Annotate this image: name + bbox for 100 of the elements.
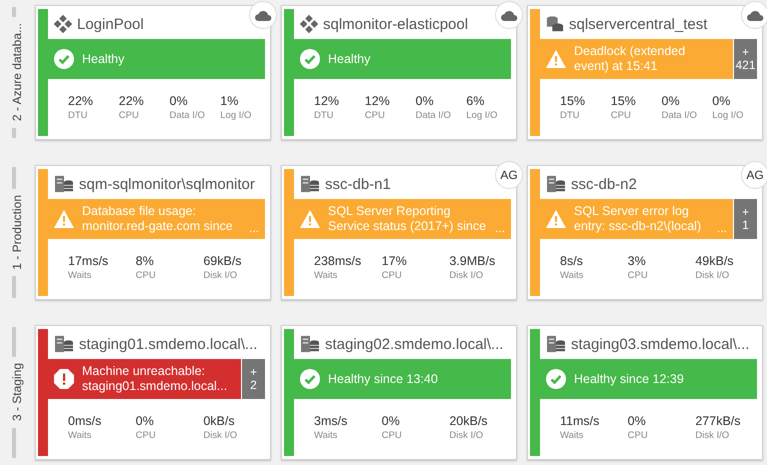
- metric-label: Waits: [314, 270, 338, 281]
- server-database-icon: [54, 175, 74, 193]
- warning-icon: [300, 210, 320, 228]
- database-icon: [546, 15, 564, 33]
- metric-value: 17ms/s: [68, 254, 110, 268]
- warning-icon: [546, 50, 566, 68]
- cloud-icon: [500, 10, 518, 20]
- metric-value: 0%: [416, 94, 435, 108]
- ellipsis: ...: [248, 221, 259, 237]
- status-message: SQL Server Reporting Service status (2017+) since: [328, 204, 487, 234]
- server-database-icon: [546, 175, 566, 193]
- metric-label: Data I/O: [662, 110, 698, 121]
- metric-value: 8s/s: [560, 254, 584, 268]
- server-card[interactable]: staging02.smdemo.local\... Healthy since 13:40 3ms/s Waits 0% CPU 20kB/s Disk I/O: [281, 325, 517, 460]
- ellipsis: ...: [494, 221, 505, 237]
- server-name: ssc-db-n2: [571, 176, 637, 192]
- metric-label: DTU: [560, 110, 581, 121]
- server-name: sqlmonitor-elasticpool: [323, 16, 468, 32]
- metric-label: CPU: [118, 110, 140, 121]
- metric-value: 238ms/s: [314, 254, 362, 268]
- server-name: ssc-db-n1: [325, 176, 391, 192]
- metric-value: 1%: [220, 94, 240, 108]
- metric-value: 15%: [560, 94, 586, 108]
- metric-value: 12%: [314, 94, 340, 108]
- server-database-icon: [300, 335, 320, 353]
- server-card[interactable]: LoginPool Healthy 22% DTU 22% CPU 0% Data I/O 1% Log I/O: [35, 5, 271, 140]
- metric-label: Disk I/O: [695, 430, 730, 441]
- more-alerts-button[interactable]: + 421: [734, 39, 757, 79]
- server-card[interactable]: sqlservercentral_test Deadlock (extended event) at 15:41 + 421 15% DTU 15% CPU 0% Data I/O 0% Log I/O: [527, 5, 763, 140]
- metric-value: 17%: [382, 254, 408, 268]
- metric-label: DTU: [314, 110, 335, 121]
- server-card[interactable]: staging01.smdemo.local\... Machine unreachable: staging01.smdemo.local... + 2 0ms/s Waits 0% CPU 0kB/s Disk I/O: [35, 325, 271, 460]
- metric-value: 0ms/s: [68, 414, 102, 428]
- badge-text: AG: [746, 168, 764, 182]
- server-name: staging02.smdemo.local\...: [325, 336, 504, 352]
- server-name: LoginPool: [77, 16, 144, 32]
- metric-label: Waits: [68, 270, 92, 281]
- more-alerts-button[interactable]: + 2: [242, 359, 265, 399]
- status-message: Healthy: [328, 52, 372, 66]
- metric-label: CPU: [382, 430, 403, 441]
- metric-label: Disk I/O: [203, 430, 238, 441]
- metric-label: Disk I/O: [449, 430, 484, 441]
- server-card[interactable]: sqlmonitor-elasticpool Healthy 12% DTU 12% CPU 0% Data I/O 6% Log I/O: [281, 5, 517, 140]
- check-circle-icon: [54, 49, 74, 69]
- metric-value: 3%: [628, 254, 647, 268]
- status-message: Healthy since 13:40: [328, 372, 439, 386]
- pool-icon: [300, 15, 318, 33]
- status-message: Healthy: [82, 52, 126, 66]
- metric-label: Waits: [560, 430, 584, 441]
- cloud-icon: [254, 10, 272, 20]
- metric-value: 15%: [610, 94, 637, 108]
- server-database-icon: [54, 335, 74, 353]
- server-name: staging01.smdemo.local\...: [79, 336, 258, 352]
- metric-label: Log I/O: [220, 110, 252, 121]
- metric-label: Log I/O: [466, 110, 498, 121]
- metric-value: 22%: [68, 94, 94, 108]
- metric-label: Waits: [314, 430, 338, 441]
- metric-label: Waits: [68, 430, 92, 441]
- ellipsis: ...: [716, 221, 727, 237]
- metric-value: 277kB/s: [695, 414, 742, 428]
- metric-label: CPU: [610, 110, 632, 121]
- metric-label: CPU: [628, 430, 649, 441]
- metric-value: 0%: [170, 94, 189, 108]
- group-label: 1 - Production: [10, 194, 24, 272]
- metric-label: Data I/O: [416, 110, 452, 121]
- metric-value: 12%: [364, 94, 391, 108]
- check-circle-icon: [300, 369, 320, 389]
- metric-label: CPU: [364, 110, 386, 121]
- metric-label: DTU: [68, 110, 89, 121]
- server-name: sqlservercentral_test: [569, 16, 708, 32]
- metric-value: 6%: [466, 94, 486, 108]
- metric-label: CPU: [628, 270, 649, 281]
- metric-label: Waits: [560, 270, 584, 281]
- metric-value: 8%: [136, 254, 155, 268]
- metric-value: 69kB/s: [203, 254, 243, 268]
- group-label: 2 - Azure databa...: [10, 22, 24, 124]
- metric-value: 0kB/s: [203, 414, 236, 428]
- server-card[interactable]: staging03.smdemo.local\... Healthy since 12:39 11ms/s Waits 0% CPU 277kB/s Disk I/O: [527, 325, 763, 460]
- status-message: SQL Server error log entry: ssc-db-n2\(local): [574, 204, 702, 234]
- more-alerts-button[interactable]: + 1: [734, 199, 757, 239]
- metric-label: Data I/O: [170, 110, 206, 121]
- server-database-icon: [300, 175, 320, 193]
- pool-icon: [54, 15, 72, 33]
- group-label: 3 - Staging: [10, 362, 24, 424]
- cloud-icon: [746, 10, 764, 20]
- error-icon: [54, 369, 74, 389]
- status-message: Healthy since 12:39: [574, 372, 685, 386]
- metric-value: 20kB/s: [449, 414, 489, 428]
- metric-value: 0%: [136, 414, 155, 428]
- metric-label: CPU: [136, 270, 157, 281]
- metric-value: 0%: [662, 94, 681, 108]
- server-name: staging03.smdemo.local\...: [571, 336, 750, 352]
- status-message: Deadlock (extended event) at 15:41: [574, 44, 686, 74]
- server-card[interactable]: sqm-sqlmonitor\sqlmonitor Database file usage: monitor.red-gate.com since ... 17ms/s Waits 8% CPU 69kB/s Disk I/O: [35, 165, 271, 300]
- metric-value: 22%: [118, 94, 145, 108]
- metric-value: 0%: [382, 414, 401, 428]
- status-message: Machine unreachable: staging01.smdemo.local...: [82, 364, 228, 394]
- metric-label: Disk I/O: [695, 270, 730, 281]
- metric-label: Disk I/O: [203, 270, 238, 281]
- metric-value: 0%: [628, 414, 647, 428]
